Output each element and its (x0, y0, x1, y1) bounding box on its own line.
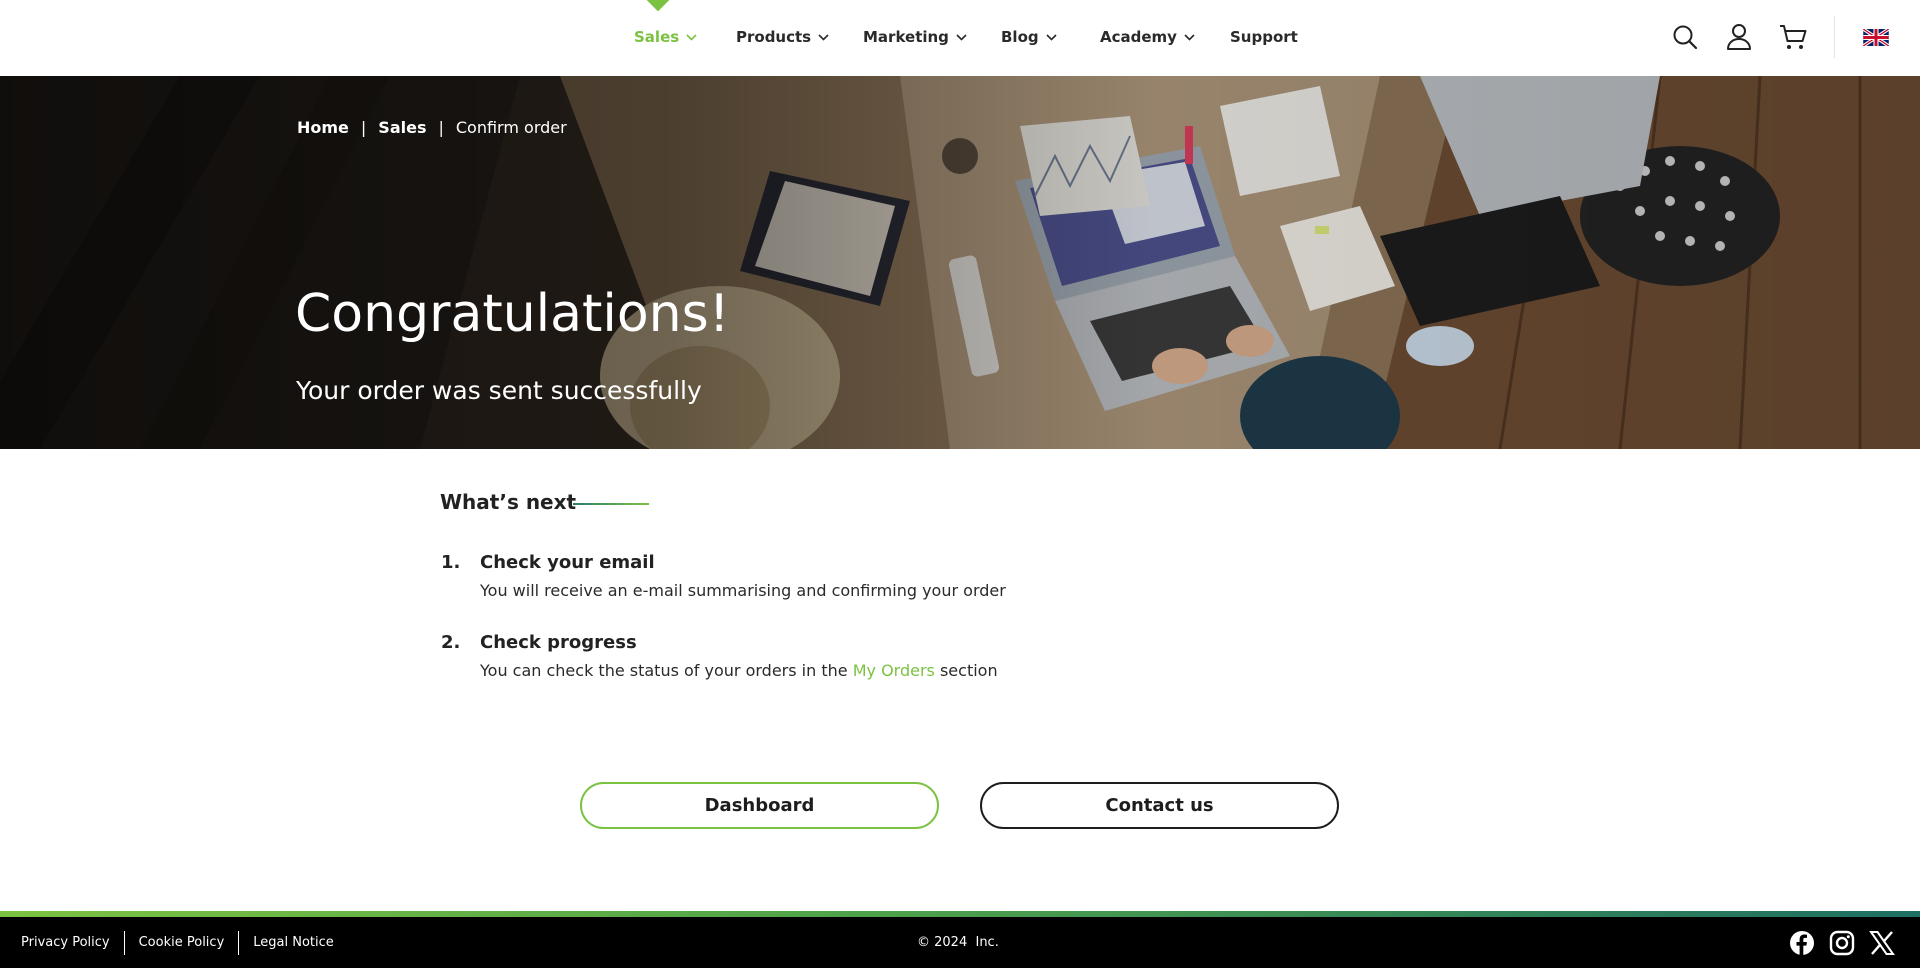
chevron-down-icon (1184, 33, 1195, 41)
step-number: 2. (441, 632, 461, 653)
step-number: 1. (441, 552, 461, 573)
nav-item-label: Blog (1001, 28, 1039, 46)
nav-item-support[interactable]: Support (1230, 26, 1298, 48)
legal-notice-link[interactable]: Legal Notice (239, 931, 348, 955)
chevron-down-icon (686, 33, 697, 41)
uk-flag-icon[interactable] (1861, 22, 1891, 52)
nav-item-sales[interactable]: Sales (634, 26, 697, 48)
dashboard-button[interactable]: Dashboard (580, 782, 939, 829)
breadcrumb-separator: | (360, 118, 367, 137)
search-icon[interactable] (1670, 22, 1700, 52)
chevron-down-icon (818, 33, 829, 41)
nav-item-label: Academy (1100, 28, 1177, 46)
step-description-text: You can check the status of your orders … (480, 661, 848, 680)
nav-item-products[interactable]: Products (736, 26, 829, 48)
my-orders-link[interactable]: My Orders (853, 661, 935, 680)
breadcrumb-home[interactable]: Home (297, 118, 349, 137)
cookie-policy-link[interactable]: Cookie Policy (125, 931, 240, 955)
site-header: Sales Products Marketing Blog Academy Su… (0, 0, 1920, 76)
copyright-year: © 2024 (917, 935, 968, 950)
step-description: You can check the status of your orders … (480, 661, 998, 680)
hero-banner: Home | Sales | Confirm order Congratulat… (0, 76, 1920, 449)
copyright: © 2024 Inc. (917, 935, 999, 950)
privacy-policy-link[interactable]: Privacy Policy (21, 931, 125, 955)
chevron-down-icon (956, 33, 967, 41)
whats-next-heading: What’s next (440, 490, 577, 514)
cart-icon[interactable] (1778, 22, 1808, 52)
breadcrumb-current: Confirm order (455, 118, 567, 137)
breadcrumb-sales[interactable]: Sales (378, 118, 426, 137)
nav-item-blog[interactable]: Blog (1001, 26, 1057, 48)
chevron-down-icon (1046, 33, 1057, 41)
facebook-icon[interactable] (1789, 930, 1815, 956)
step-title: Check progress (480, 632, 637, 653)
nav-item-label: Support (1230, 28, 1298, 46)
heading-accent-line (573, 503, 649, 505)
step-title: Check your email (480, 552, 655, 573)
x-icon[interactable] (1869, 930, 1895, 956)
company-name: Inc. (975, 935, 999, 950)
step-description: You will receive an e-mail summarising a… (480, 581, 1006, 600)
hero-overlay (0, 76, 1920, 449)
nav-item-academy[interactable]: Academy (1100, 26, 1195, 48)
nav-item-label: Sales (634, 28, 680, 46)
page-subtitle: Your order was sent successfully (296, 376, 702, 405)
user-icon[interactable] (1724, 22, 1754, 52)
main-nav: Sales Products Marketing Blog Academy Su… (0, 0, 1920, 76)
instagram-icon[interactable] (1829, 930, 1855, 956)
page-title: Congratulations! (295, 284, 730, 344)
breadcrumb: Home | Sales | Confirm order (297, 118, 567, 137)
breadcrumb-separator: | (438, 118, 444, 137)
step-description-text: section (939, 661, 998, 680)
header-divider (1834, 16, 1835, 58)
site-footer: Privacy Policy Cookie Policy Legal Notic… (0, 917, 1920, 968)
nav-item-marketing[interactable]: Marketing (863, 26, 967, 48)
nav-item-label: Products (736, 28, 812, 46)
contact-us-button[interactable]: Contact us (980, 782, 1339, 829)
nav-item-label: Marketing (863, 28, 949, 46)
footer-links: Privacy Policy Cookie Policy Legal Notic… (21, 931, 348, 955)
